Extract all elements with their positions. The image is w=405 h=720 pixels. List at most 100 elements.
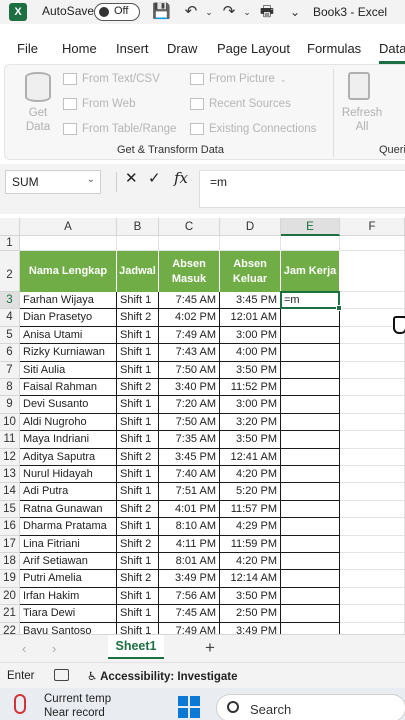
table-cell[interactable]: Farhan Wijaya xyxy=(20,292,117,310)
sheet-next-icon[interactable]: › xyxy=(52,641,56,656)
cell[interactable] xyxy=(340,500,405,519)
table-cell[interactable]: Aditya Saputra xyxy=(20,448,117,466)
redo-icon[interactable]: ↷ xyxy=(220,3,238,21)
row-header-4[interactable]: 4 xyxy=(0,309,20,327)
column-header-b[interactable]: B xyxy=(117,218,159,236)
cancel-icon[interactable]: ✕ xyxy=(125,169,138,187)
table-cell[interactable]: Rizky Kurniawan xyxy=(20,344,117,362)
table-cell[interactable]: 5:20 PM xyxy=(220,483,281,501)
row-header-2[interactable]: 2 xyxy=(0,251,20,292)
row-header-9[interactable]: 9 xyxy=(0,396,20,414)
cell[interactable] xyxy=(340,535,405,553)
header-cell-absen-keluar[interactable]: Absen Keluar xyxy=(220,251,281,292)
row-header-22[interactable]: 22 xyxy=(0,622,20,634)
tab-page-layout[interactable]: Page Layout xyxy=(217,41,290,56)
table-cell[interactable]: 12:14 AM xyxy=(220,570,281,588)
row-header-21[interactable]: 21 xyxy=(0,605,20,623)
row-header-13[interactable]: 13 xyxy=(0,466,20,484)
customize-toolbar-icon[interactable]: ⌄ xyxy=(286,3,304,21)
table-cell[interactable]: Shift 1 xyxy=(117,483,159,501)
tab-data[interactable]: Data xyxy=(379,41,405,56)
row-header-10[interactable]: 10 xyxy=(0,413,20,432)
table-cell[interactable]: Irfan Hakim xyxy=(20,587,117,606)
accessibility-status[interactable]: ♿ Accessibility: Investigate xyxy=(87,669,238,683)
header-cell-nama-lengkap[interactable]: Nama Lengkap xyxy=(20,251,117,292)
table-cell[interactable]: 7:45 AM xyxy=(159,292,220,310)
tab-file[interactable]: File xyxy=(17,41,38,56)
thermometer-icon[interactable] xyxy=(14,694,26,714)
column-header-d[interactable]: D xyxy=(220,218,281,236)
table-cell[interactable] xyxy=(281,309,340,327)
table-cell[interactable]: Lina Fitriani xyxy=(20,535,117,553)
table-cell[interactable]: 7:51 AM xyxy=(159,483,220,501)
cell[interactable] xyxy=(340,236,405,251)
cell[interactable] xyxy=(340,518,405,536)
table-cell[interactable] xyxy=(281,500,340,519)
row-header-15[interactable]: 15 xyxy=(0,500,20,519)
row-header-20[interactable]: 20 xyxy=(0,587,20,606)
table-cell[interactable]: Shift 1 xyxy=(117,361,159,379)
table-cell[interactable]: 2:50 PM xyxy=(220,605,281,623)
table-cell[interactable]: 7:50 AM xyxy=(159,361,220,379)
tab-formulas[interactable]: Formulas xyxy=(307,41,361,56)
cell[interactable] xyxy=(340,622,405,634)
table-cell[interactable] xyxy=(281,379,340,397)
insert-function-button[interactable]: fx xyxy=(174,169,188,187)
table-cell[interactable]: 3:50 PM xyxy=(220,587,281,606)
table-cell[interactable]: Arif Setiawan xyxy=(20,553,117,571)
tab-draw[interactable]: Draw xyxy=(167,41,197,56)
table-cell[interactable]: 7:49 AM xyxy=(159,622,220,634)
save-icon[interactable]: 💾 xyxy=(152,3,171,21)
print-icon[interactable]: 🖶 xyxy=(258,3,276,21)
tab-insert[interactable]: Insert xyxy=(116,41,149,56)
table-cell[interactable]: Shift 2 xyxy=(117,500,159,519)
header-cell-absen-masuk[interactable]: Absen Masuk xyxy=(159,251,220,292)
table-cell[interactable]: Maya Indriani xyxy=(20,431,117,449)
table-cell[interactable]: 7:50 AM xyxy=(159,413,220,432)
table-cell[interactable] xyxy=(281,344,340,362)
row-header-17[interactable]: 17 xyxy=(0,535,20,553)
table-cell[interactable]: 7:43 AM xyxy=(159,344,220,362)
windows-start-icon[interactable] xyxy=(178,696,200,718)
get-data-button[interactable]: Get Data xyxy=(18,106,58,134)
table-cell[interactable]: 3:00 PM xyxy=(220,326,281,345)
table-cell[interactable]: Ratna Gunawan xyxy=(20,500,117,519)
refresh-all-button[interactable]: Refresh All xyxy=(338,106,386,134)
table-cell[interactable]: Shift 2 xyxy=(117,309,159,327)
table-cell[interactable]: 3:50 PM xyxy=(220,431,281,449)
table-cell[interactable]: Tiara Dewi xyxy=(20,605,117,623)
name-box[interactable]: SUM ⌄ xyxy=(5,170,101,194)
table-cell[interactable]: Dian Prasetyo xyxy=(20,309,117,327)
table-cell[interactable]: 12:01 AM xyxy=(220,309,281,327)
table-cell[interactable]: Shift 1 xyxy=(117,413,159,432)
table-cell[interactable]: 7:35 AM xyxy=(159,431,220,449)
fill-handle[interactable] xyxy=(336,305,342,312)
table-cell[interactable]: 11:52 PM xyxy=(220,379,281,397)
row-header-1[interactable]: 1 xyxy=(0,236,20,251)
table-cell[interactable]: 4:02 PM xyxy=(159,309,220,327)
table-cell[interactable] xyxy=(281,483,340,501)
table-cell[interactable]: 8:10 AM xyxy=(159,518,220,536)
row-header-19[interactable]: 19 xyxy=(0,570,20,588)
cell[interactable] xyxy=(220,236,281,251)
table-cell[interactable]: Shift 1 xyxy=(117,292,159,310)
table-cell[interactable]: 7:40 AM xyxy=(159,466,220,484)
select-all-corner[interactable] xyxy=(0,218,20,236)
macro-record-icon[interactable] xyxy=(54,669,69,681)
table-cell[interactable] xyxy=(281,535,340,553)
table-cell[interactable]: 4:00 PM xyxy=(220,344,281,362)
table-cell[interactable] xyxy=(281,361,340,379)
cell[interactable] xyxy=(340,379,405,397)
table-cell[interactable]: 4:11 PM xyxy=(159,535,220,553)
formula-input[interactable]: =m xyxy=(199,170,405,208)
table-cell[interactable]: 3:45 PM xyxy=(159,448,220,466)
table-cell[interactable]: Nurul Hidayah xyxy=(20,466,117,484)
table-cell[interactable]: Shift 1 xyxy=(117,396,159,414)
cell[interactable] xyxy=(340,361,405,379)
cell[interactable] xyxy=(340,553,405,571)
table-cell[interactable]: Shift 2 xyxy=(117,379,159,397)
table-cell[interactable] xyxy=(281,570,340,588)
table-cell[interactable]: 8:01 AM xyxy=(159,553,220,571)
table-cell[interactable]: Shift 1 xyxy=(117,326,159,345)
cell[interactable] xyxy=(340,344,405,362)
